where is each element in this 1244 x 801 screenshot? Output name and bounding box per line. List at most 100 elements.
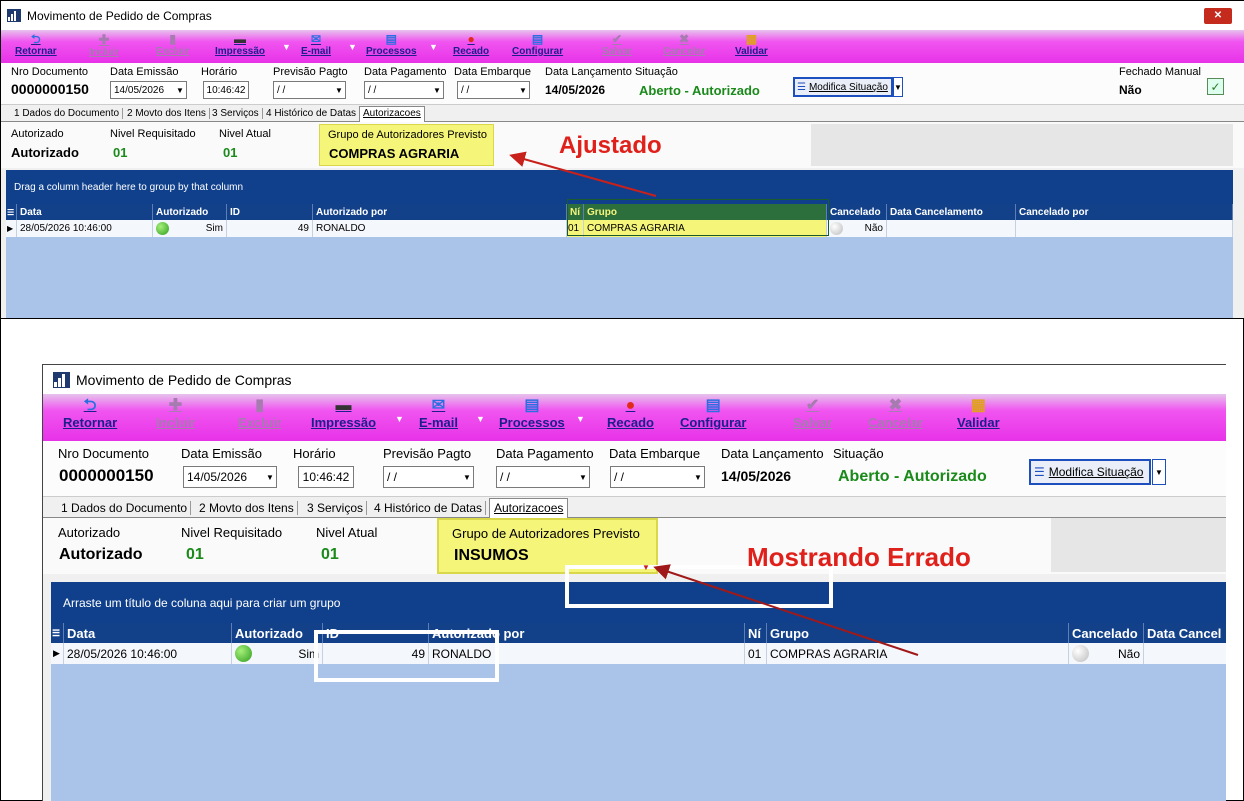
configurar-button[interactable]: ▤ Configurar xyxy=(680,398,746,431)
tab-dados-documento[interactable]: 1 Dados do Documento xyxy=(58,501,192,515)
cancelar-button[interactable]: ✖ Cancelar xyxy=(868,398,923,431)
col-cancelado-por[interactable]: Cancelado por xyxy=(1016,204,1233,220)
email-button[interactable]: ✉ E-mail xyxy=(419,397,458,431)
salvar-button[interactable]: ✔ Salvar xyxy=(793,398,832,431)
processos-dropdown[interactable]: ▼ xyxy=(429,42,438,52)
email-dropdown[interactable]: ▼ xyxy=(348,42,357,52)
col-autorizado[interactable]: Autorizado xyxy=(232,623,323,643)
cell-cancelado: Não xyxy=(1069,643,1144,664)
table-row[interactable]: ▶ 28/05/2026 10:46:00 Sim 49 RONALDO 01 … xyxy=(51,643,1226,664)
processos-button[interactable]: ▤ Processos xyxy=(366,33,417,57)
tab-autorizacoes[interactable]: Autorizacoes xyxy=(489,498,569,518)
data-lancamento-label: Data Lançamento xyxy=(721,446,824,461)
col-grupo[interactable]: Grupo xyxy=(584,204,827,220)
impressao-button[interactable]: ▬ Impressão xyxy=(215,33,265,57)
cell-data-cancelamento xyxy=(1144,643,1226,664)
col-autorizado[interactable]: Autorizado xyxy=(153,204,227,220)
tab-servicos[interactable]: 3 Serviços xyxy=(304,501,368,515)
impressao-button[interactable]: ▬ Impressão xyxy=(311,398,376,431)
list-icon: ☰ xyxy=(1034,465,1045,479)
chevron-down-icon: ▼ xyxy=(519,85,527,95)
fechado-manual-checkbox[interactable]: ✓ xyxy=(1207,78,1224,95)
cell-cancelado-por xyxy=(1016,220,1233,237)
tab-movto-itens[interactable]: 2 Movto dos Itens xyxy=(196,501,298,515)
validar-button[interactable]: ▦ Validar xyxy=(957,398,1000,431)
data-emissao-combo[interactable]: 14/05/2026 ▼ xyxy=(183,466,277,488)
cell-data: 28/05/2026 10:46:00 xyxy=(64,643,232,664)
col-data-cancelamento[interactable]: Data Cancelamento xyxy=(887,204,1016,220)
horario-field[interactable]: 10:46:42 xyxy=(298,466,354,488)
process-icon: ▤ xyxy=(385,32,397,46)
previsao-pagto-combo[interactable]: / / ▼ xyxy=(383,466,474,488)
tab-servicos[interactable]: 3 Serviços xyxy=(209,108,263,119)
processos-button[interactable]: ▤ Processos xyxy=(499,398,565,431)
speech-bubble-icon: ● xyxy=(467,32,475,46)
col-cancelado[interactable]: Cancelado xyxy=(1069,623,1144,643)
data-pagamento-combo[interactable]: / / ▼ xyxy=(364,81,444,99)
tab-historico-datas[interactable]: 4 Histórico de Datas xyxy=(263,108,361,119)
annotation-mostrando-errado: Mostrando Errado xyxy=(747,542,971,572)
column-chooser-icon[interactable]: ☰ xyxy=(51,623,64,643)
mail-icon: ✉ xyxy=(431,397,446,414)
chevron-down-icon: ▼ xyxy=(694,472,702,482)
impressao-dropdown[interactable]: ▼ xyxy=(282,42,291,52)
col-data[interactable]: Data xyxy=(64,623,232,643)
cell-id: 49 xyxy=(227,220,313,237)
recado-button[interactable]: ● Recado xyxy=(453,33,489,57)
cell-data-cancelamento xyxy=(887,220,1016,237)
email-button[interactable]: ✉ E-mail xyxy=(301,33,331,57)
row-indicator-icon: ▶ xyxy=(6,220,17,237)
return-icon: ⮌ xyxy=(31,32,41,46)
plus-icon: ✚ xyxy=(168,397,183,414)
retornar-button[interactable]: ⮌ Retornar xyxy=(15,33,57,57)
modifica-situacao-dropdown[interactable]: ▼ xyxy=(1152,459,1166,485)
col-ni[interactable]: Ní xyxy=(567,204,584,220)
col-autorizado-por[interactable]: Autorizado por xyxy=(313,204,567,220)
data-pagamento-label: Data Pagamento xyxy=(496,446,594,461)
tab-historico-datas[interactable]: 4 Histórico de Datas xyxy=(371,501,487,515)
data-pagamento-combo[interactable]: / / ▼ xyxy=(496,466,590,488)
previsao-pagto-combo[interactable]: / / ▼ xyxy=(273,81,346,99)
email-dropdown[interactable]: ▼ xyxy=(476,414,485,424)
data-emissao-combo[interactable]: 14/05/2026 ▼ xyxy=(110,81,187,99)
data-embarque-label: Data Embarque xyxy=(609,446,701,461)
horario-field[interactable]: 10:46:42 xyxy=(203,81,249,99)
col-id[interactable]: ID xyxy=(227,204,313,220)
title-bar: Movimento de Pedido de Compras ✕ xyxy=(1,1,1244,30)
impressao-dropdown[interactable]: ▼ xyxy=(395,414,404,424)
grupo-label: Grupo de Autorizadores Previsto xyxy=(452,526,640,541)
col-data[interactable]: Data xyxy=(17,204,153,220)
grid-header: ☰ Data Autorizado ID Autorizado por Ní G… xyxy=(6,204,1233,220)
column-chooser-icon[interactable]: ☰ xyxy=(6,204,17,220)
table-row[interactable]: ▶ 28/05/2026 10:46:00 Sim 49 RONALDO 01 … xyxy=(6,220,1233,237)
processos-dropdown[interactable]: ▼ xyxy=(576,414,585,424)
horario-label: Horário xyxy=(201,66,238,78)
retornar-button[interactable]: ⮌ Retornar xyxy=(63,398,117,431)
salvar-button[interactable]: ✔ Salvar xyxy=(602,33,632,57)
recado-button[interactable]: ● Recado xyxy=(607,398,654,431)
modifica-situacao-dropdown[interactable]: ▼ xyxy=(893,77,903,97)
tab-dados-documento[interactable]: 1 Dados do Documento xyxy=(11,108,124,119)
cancelar-button[interactable]: ✖ Cancelar xyxy=(663,33,705,57)
col-cancelado[interactable]: Cancelado xyxy=(827,204,887,220)
group-drag-area[interactable]: Drag a column header here to group by th… xyxy=(6,170,1233,204)
col-data-cancelamento[interactable]: Data Cancel xyxy=(1144,623,1226,643)
configurar-button[interactable]: ▤ Configurar xyxy=(512,33,563,57)
modifica-situacao-button[interactable]: ☰ Modifica Situação xyxy=(1029,459,1151,485)
incluir-button[interactable]: ✚ Incluir xyxy=(89,33,119,58)
col-ni[interactable]: Ní xyxy=(745,623,767,643)
close-button[interactable]: ✕ xyxy=(1204,7,1232,24)
validar-button[interactable]: ▦ Validar xyxy=(735,33,768,57)
chevron-down-icon: ▼ xyxy=(176,85,184,95)
data-embarque-combo[interactable]: / / ▼ xyxy=(457,81,530,99)
fechado-manual-value: Não xyxy=(1119,83,1142,97)
tab-movto-itens[interactable]: 2 Movto dos Itens xyxy=(124,108,210,119)
tab-autorizacoes[interactable]: Autorizacoes xyxy=(359,106,425,122)
window-title: Movimento de Pedido de Compras xyxy=(76,371,292,388)
data-embarque-combo[interactable]: / / ▼ xyxy=(610,466,705,488)
col-grupo[interactable]: Grupo xyxy=(767,623,1069,643)
excluir-button[interactable]: ▮ Excluir xyxy=(156,33,189,57)
incluir-button[interactable]: ✚ Incluir xyxy=(156,397,195,431)
excluir-button[interactable]: ▮ Excluir xyxy=(238,398,281,431)
modifica-situacao-button[interactable]: ☰ Modifica Situação xyxy=(793,77,893,97)
